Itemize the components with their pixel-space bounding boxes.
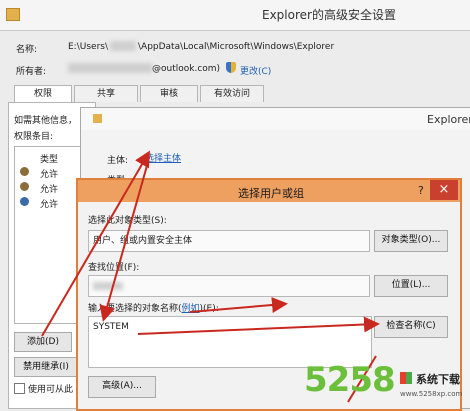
object-types-button[interactable]: 对象类型(O)... [374, 230, 448, 252]
outer-window-title: Explorer的高级安全设置 [262, 8, 396, 22]
windows-logo-icon [400, 372, 412, 384]
tab-permissions[interactable]: 权限 [14, 85, 72, 102]
owner-label: 所有者: [16, 67, 47, 77]
advanced-button[interactable]: 高级(A)... [88, 376, 156, 398]
add-button[interactable]: 添加(D) [14, 332, 72, 352]
enter-names-label: 输入要选择的对象名称(例如)(E): [88, 304, 219, 314]
blurred-username [110, 41, 136, 51]
principal-window-titlebar: Explorer [81, 108, 470, 130]
principal-label: 主体: [107, 156, 129, 166]
name-label: 名称: [16, 45, 38, 55]
dialog-title: 选择用户或组 [238, 187, 304, 200]
folder-icon [93, 114, 102, 123]
entry-type: 允许 [40, 170, 59, 180]
users-icon [20, 182, 29, 191]
disable-inheritance-button[interactable]: 禁用继承(I) [14, 357, 78, 377]
tab-audit[interactable]: 审核 [140, 85, 198, 102]
outer-window-titlebar: Explorer的高级安全设置 [0, 0, 470, 31]
locations-button[interactable]: 位置(L)... [374, 275, 448, 297]
user-icon [20, 197, 29, 206]
tab-effective-access[interactable]: 有效访问 [200, 85, 264, 102]
examples-link[interactable]: 例如 [182, 304, 200, 314]
close-button[interactable]: × [430, 180, 458, 200]
check-names-button[interactable]: 检查名称(C) [374, 316, 448, 338]
watermark-number: 5258 [304, 360, 396, 400]
select-principal-link[interactable]: 选择主体 [145, 151, 181, 164]
change-owner-link[interactable]: 更改(C) [240, 64, 271, 77]
blurred-owner [68, 63, 152, 73]
help-button[interactable]: ? [418, 184, 424, 197]
name-value-prefix: E:\Users\ [68, 42, 108, 52]
location-field [88, 275, 370, 297]
shield-icon [226, 62, 236, 73]
use-inherit-label: 使用可从此 [28, 385, 74, 395]
name-value-suffix: \AppData\Local\Microsoft\Windows\Explore… [138, 42, 335, 52]
object-type-field: 用户、组或内置安全主体 [88, 230, 370, 252]
owner-value: @outlook.com) [152, 64, 221, 74]
watermark-domain: www.5258xp.com [400, 390, 463, 398]
watermark-logo: 5258 系统下载 www.5258xp.com [290, 360, 470, 407]
tab-share[interactable]: 共享 [74, 85, 138, 102]
dialog-titlebar: 选择用户或组 ? × [78, 180, 460, 202]
entry-type: 允许 [40, 200, 59, 210]
type-column-header: 类型 [40, 155, 59, 165]
principal-window-title: Explorer [427, 113, 470, 126]
object-type-label: 选择此对象类型(S): [88, 216, 167, 226]
watermark-site: 系统下载 [416, 373, 460, 386]
permission-entries-label: 权限条目: [14, 132, 54, 142]
location-label: 查找位置(F): [88, 263, 140, 273]
users-icon [20, 167, 29, 176]
info-text: 如需其他信息， [14, 116, 78, 126]
blurred-location [93, 281, 123, 290]
window-icon [6, 8, 20, 21]
object-names-value: SYSTEM [93, 322, 129, 332]
use-inherit-checkbox[interactable] [14, 383, 25, 394]
entry-type: 允许 [40, 185, 59, 195]
